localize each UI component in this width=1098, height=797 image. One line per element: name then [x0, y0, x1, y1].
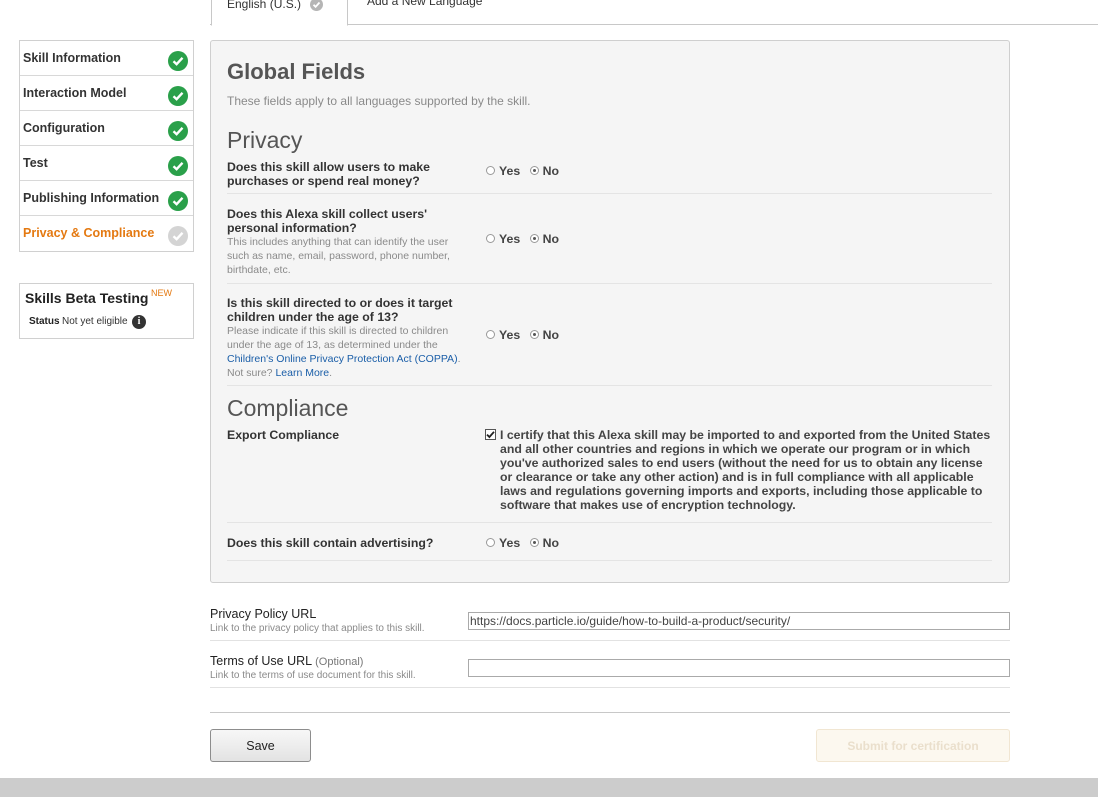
check-circle-icon: [168, 121, 188, 141]
divider: [227, 193, 992, 194]
question-help: This includes anything that can identify…: [227, 236, 450, 276]
check-circle-icon: [168, 226, 188, 246]
tab-english-us[interactable]: English (U.S.): [211, 0, 348, 26]
save-button[interactable]: Save: [210, 729, 311, 762]
divider: [227, 283, 992, 284]
no-label: No: [542, 536, 560, 550]
nav-item-label: Publishing Information: [23, 191, 160, 205]
tab-english-us-label: English (U.S.): [227, 0, 302, 11]
tab-add-language[interactable]: Add a New Language: [367, 0, 482, 8]
children-radio-group: Yes No: [486, 328, 559, 342]
yes-label: Yes: [499, 164, 521, 178]
nav-item-label: Interaction Model: [23, 86, 127, 100]
skill-steps-nav: Skill Information Interaction Model Conf…: [19, 40, 194, 252]
language-tab-strip: English (U.S.) Add a New Language: [210, 0, 1098, 26]
divider: [227, 522, 992, 523]
beta-status-value: Not yet eligible: [62, 316, 128, 327]
no-label: No: [542, 164, 560, 178]
divider: [210, 712, 1010, 713]
nav-item-interaction-model[interactable]: Interaction Model: [20, 76, 193, 111]
purchases-radio-group: Yes No: [486, 164, 559, 178]
children-no-radio[interactable]: [529, 330, 539, 340]
children-yes-radio[interactable]: [486, 330, 495, 340]
nav-item-label: Privacy & Compliance: [23, 226, 155, 240]
export-compliance-label: Export Compliance: [227, 428, 340, 442]
personal-info-yes-radio[interactable]: [486, 234, 495, 244]
beta-title: Skills Beta Testing: [25, 290, 149, 306]
terms-of-use-url-label: Terms of Use URL (Optional): [210, 654, 363, 668]
page-footer: [0, 778, 1098, 797]
no-label: No: [542, 328, 560, 342]
submit-for-certification-button[interactable]: Submit for certification: [816, 729, 1010, 762]
tab-check-icon: [310, 0, 323, 11]
nav-item-configuration[interactable]: Configuration: [20, 111, 193, 146]
question-purchases: Does this skill allow users to make purc…: [227, 160, 467, 188]
skills-beta-testing-box: Skills Beta Testing NEW Status Not yet e…: [19, 283, 194, 339]
privacy-policy-url-input[interactable]: [468, 612, 1010, 630]
info-icon[interactable]: i: [132, 315, 146, 329]
advertising-yes-radio[interactable]: [486, 538, 495, 548]
question-personal-info: Does this Alexa skill collect users' per…: [227, 207, 467, 277]
export-compliance-text: I certify that this Alexa skill may be i…: [500, 428, 991, 512]
coppa-link[interactable]: Children's Online Privacy Protection Act…: [227, 353, 458, 365]
nav-item-label: Configuration: [23, 121, 105, 135]
check-circle-icon: [168, 156, 188, 176]
terms-of-use-url-help: Link to the terms of use document for th…: [210, 670, 416, 681]
export-compliance-certification: I certify that this Alexa skill may be i…: [485, 428, 995, 512]
purchases-no-radio[interactable]: [529, 166, 539, 176]
advertising-radio-group: Yes No: [486, 536, 559, 550]
question-help: Please indicate if this skill is directe…: [227, 324, 467, 380]
yes-label: Yes: [499, 536, 521, 550]
privacy-policy-url-label: Privacy Policy URL: [210, 607, 317, 621]
privacy-policy-url-help: Link to the privacy policy that applies …: [210, 623, 425, 634]
nav-item-label: Skill Information: [23, 51, 121, 65]
compliance-heading: Compliance: [227, 395, 349, 421]
divider: [210, 687, 1010, 688]
question-children: Is this skill directed to or does it tar…: [227, 296, 467, 380]
question-text: Is this skill directed to or does it tar…: [227, 296, 453, 324]
page-subtitle: These fields apply to all languages supp…: [227, 94, 531, 108]
learn-more-link[interactable]: Learn More: [275, 367, 329, 379]
yes-label: Yes: [499, 328, 521, 342]
check-circle-icon: [168, 191, 188, 211]
nav-item-publishing-information[interactable]: Publishing Information: [20, 181, 193, 216]
question-text: Does this skill allow users to make purc…: [227, 160, 430, 188]
nav-item-test[interactable]: Test: [20, 146, 193, 181]
nav-item-privacy-compliance[interactable]: Privacy & Compliance: [20, 216, 193, 251]
terms-of-use-url-input[interactable]: [468, 659, 1010, 677]
purchases-yes-radio[interactable]: [486, 166, 495, 176]
page-title: Global Fields: [227, 59, 366, 84]
optional-label: (Optional): [315, 656, 364, 668]
question-text: Does this skill contain advertising?: [227, 536, 434, 550]
nav-item-label: Test: [23, 156, 48, 170]
check-circle-icon: [168, 86, 188, 106]
question-text: Does this Alexa skill collect users' per…: [227, 207, 427, 235]
terms-of-use-label-text: Terms of Use URL: [210, 654, 312, 668]
yes-label: Yes: [499, 232, 521, 246]
check-circle-icon: [168, 51, 188, 71]
privacy-heading: Privacy: [227, 127, 303, 153]
new-badge: NEW: [151, 288, 172, 298]
help-text: Please indicate if this skill is directe…: [227, 325, 449, 351]
help-text: .: [329, 367, 333, 379]
no-label: No: [542, 232, 560, 246]
divider: [227, 560, 992, 561]
nav-item-skill-information[interactable]: Skill Information: [20, 41, 193, 76]
divider: [210, 640, 1010, 641]
personal-info-no-radio[interactable]: [529, 234, 539, 244]
divider: [227, 385, 992, 386]
beta-status-label: Status: [29, 316, 60, 327]
advertising-no-radio[interactable]: [529, 538, 539, 548]
export-compliance-checkbox[interactable]: [485, 429, 496, 440]
question-advertising: Does this skill contain advertising?: [227, 536, 487, 550]
global-fields-panel: Global Fields These fields apply to all …: [210, 40, 1010, 583]
personal-info-radio-group: Yes No: [486, 232, 559, 246]
